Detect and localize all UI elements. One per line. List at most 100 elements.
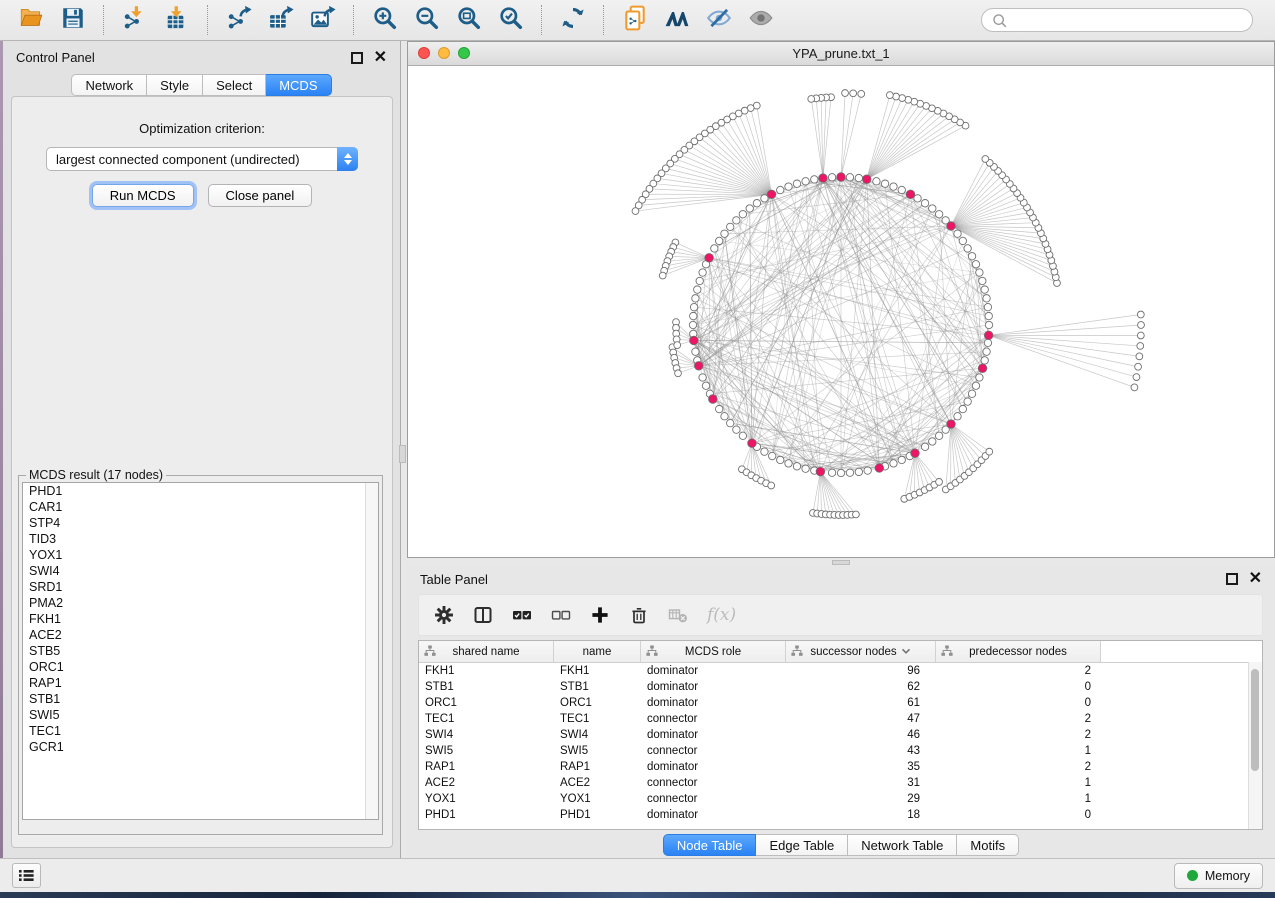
table-tab-node-table[interactable]: Node Table <box>663 834 757 856</box>
delete-icon[interactable] <box>629 605 649 625</box>
hide-selected-button[interactable] <box>698 3 740 37</box>
open-folder-button[interactable] <box>10 3 52 37</box>
cell-shared-name[interactable]: RAP1 <box>419 761 554 773</box>
show-all-button[interactable] <box>740 3 782 37</box>
zoom-fit-button[interactable] <box>448 3 490 37</box>
cell-successor-nodes[interactable]: 29 <box>786 793 936 805</box>
cell-predecessor-nodes[interactable]: 1 <box>936 793 1101 805</box>
cell-predecessor-nodes[interactable]: 2 <box>936 729 1101 741</box>
network-graph[interactable] <box>408 65 1274 557</box>
cell-MCDS-role[interactable]: dominator <box>641 697 786 709</box>
mcds-list-scrollbar[interactable] <box>365 483 378 819</box>
table-row[interactable]: STB1STB1dominator620 <box>419 679 1262 695</box>
mcds-result-item[interactable]: STP4 <box>23 515 378 531</box>
refresh-button[interactable] <box>552 3 594 37</box>
network-canvas[interactable] <box>408 65 1274 557</box>
cell-name[interactable]: FKH1 <box>554 665 641 677</box>
cell-name[interactable]: SWI4 <box>554 729 641 741</box>
cell-predecessor-nodes[interactable]: 0 <box>936 681 1101 693</box>
table-tab-motifs[interactable]: Motifs <box>957 834 1019 856</box>
table-row[interactable]: FKH1FKH1dominator962 <box>419 663 1262 679</box>
window-maximize-icon[interactable] <box>458 47 470 59</box>
column-header-predecessor-nodes[interactable]: predecessor nodes <box>936 641 1101 662</box>
task-history-button[interactable] <box>12 863 41 888</box>
zoom-selected-button[interactable] <box>490 3 532 37</box>
cell-shared-name[interactable]: YOX1 <box>419 793 554 805</box>
export-table-button[interactable] <box>260 3 302 37</box>
table-scrollbar[interactable] <box>1248 662 1262 829</box>
cell-MCDS-role[interactable]: dominator <box>641 729 786 741</box>
import-table-button[interactable] <box>156 3 198 37</box>
gear-icon[interactable] <box>434 605 454 625</box>
memory-button[interactable]: Memory <box>1174 863 1263 889</box>
cell-name[interactable]: TEC1 <box>554 713 641 725</box>
mcds-result-item[interactable]: SWI5 <box>23 707 378 723</box>
close-panel-button[interactable]: Close panel <box>208 184 313 207</box>
mcds-result-item[interactable]: CAR1 <box>23 499 378 515</box>
table-scrollbar-thumb[interactable] <box>1251 669 1259 771</box>
search-box[interactable] <box>981 8 1253 32</box>
horizontal-splitter-handle[interactable] <box>832 560 850 565</box>
cell-name[interactable]: STB1 <box>554 681 641 693</box>
cell-MCDS-role[interactable]: connector <box>641 777 786 789</box>
search-input[interactable] <box>1008 12 1243 28</box>
cell-shared-name[interactable]: ORC1 <box>419 697 554 709</box>
cell-successor-nodes[interactable]: 35 <box>786 761 936 773</box>
tab-network[interactable]: Network <box>71 74 147 96</box>
mcds-result-item[interactable]: TID3 <box>23 531 378 547</box>
add-icon[interactable] <box>590 605 610 625</box>
cell-successor-nodes[interactable]: 62 <box>786 681 936 693</box>
cell-predecessor-nodes[interactable]: 2 <box>936 665 1101 677</box>
close-panel-icon[interactable]: ✕ <box>374 53 387 63</box>
column-header-successor-nodes[interactable]: successor nodes <box>786 641 936 662</box>
tab-mcds[interactable]: MCDS <box>266 74 331 96</box>
import-network-button[interactable] <box>114 3 156 37</box>
mcds-result-item[interactable]: PMA2 <box>23 595 378 611</box>
cell-MCDS-role[interactable]: connector <box>641 745 786 757</box>
mcds-result-item[interactable]: SWI4 <box>23 563 378 579</box>
tab-style[interactable]: Style <box>147 74 203 96</box>
cell-shared-name[interactable]: PHD1 <box>419 809 554 821</box>
cell-MCDS-role[interactable]: dominator <box>641 761 786 773</box>
network-window-titlebar[interactable]: YPA_prune.txt_1 <box>408 42 1274 66</box>
cell-name[interactable]: PHD1 <box>554 809 641 821</box>
cell-MCDS-role[interactable]: dominator <box>641 809 786 821</box>
cell-name[interactable]: RAP1 <box>554 761 641 773</box>
export-network-button[interactable] <box>218 3 260 37</box>
cell-predecessor-nodes[interactable]: 0 <box>936 697 1101 709</box>
cell-shared-name[interactable]: SWI5 <box>419 745 554 757</box>
cell-name[interactable]: SWI5 <box>554 745 641 757</box>
cell-MCDS-role[interactable]: dominator <box>641 665 786 677</box>
cell-predecessor-nodes[interactable]: 1 <box>936 777 1101 789</box>
cell-successor-nodes[interactable]: 43 <box>786 745 936 757</box>
float-table-panel-icon[interactable] <box>1226 573 1238 585</box>
cell-name[interactable]: ORC1 <box>554 697 641 709</box>
cell-predecessor-nodes[interactable]: 2 <box>936 713 1101 725</box>
delete-table-icon[interactable] <box>668 605 688 625</box>
cell-name[interactable]: ACE2 <box>554 777 641 789</box>
binoculars-button[interactable] <box>656 3 698 37</box>
save-button[interactable] <box>52 3 94 37</box>
cell-MCDS-role[interactable]: connector <box>641 793 786 805</box>
window-minimize-icon[interactable] <box>438 47 450 59</box>
cell-shared-name[interactable]: ACE2 <box>419 777 554 789</box>
table-row[interactable]: YOX1YOX1connector291 <box>419 791 1262 807</box>
export-image-button[interactable] <box>302 3 344 37</box>
table-tab-network-table[interactable]: Network Table <box>848 834 957 856</box>
mcds-result-item[interactable]: STB5 <box>23 643 378 659</box>
cell-shared-name[interactable]: SWI4 <box>419 729 554 741</box>
table-row[interactable]: SWI5SWI5connector431 <box>419 743 1262 759</box>
close-table-panel-icon[interactable]: ✕ <box>1249 574 1262 584</box>
column-header-MCDS-role[interactable]: MCDS role <box>641 641 786 662</box>
mcds-result-item[interactable]: SRD1 <box>23 579 378 595</box>
split-pane-icon[interactable] <box>473 605 493 625</box>
table-row[interactable]: ACE2ACE2connector311 <box>419 775 1262 791</box>
cell-MCDS-role[interactable]: dominator <box>641 681 786 693</box>
mcds-result-list[interactable]: PHD1CAR1STP4TID3YOX1SWI4SRD1PMA2FKH1ACE2… <box>22 482 379 820</box>
mcds-result-item[interactable]: ORC1 <box>23 659 378 675</box>
zoom-out-button[interactable] <box>406 3 448 37</box>
tab-select[interactable]: Select <box>203 74 266 96</box>
table-row[interactable]: RAP1RAP1dominator352 <box>419 759 1262 775</box>
column-header-name[interactable]: name <box>554 641 641 662</box>
mcds-result-item[interactable]: PHD1 <box>23 483 378 499</box>
